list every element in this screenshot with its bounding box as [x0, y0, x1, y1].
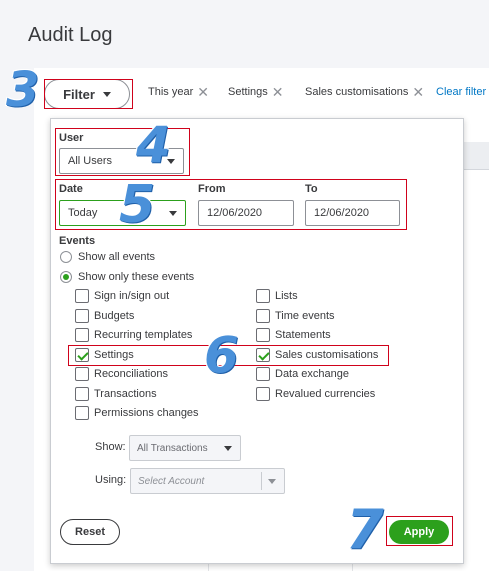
- to-date-value: 12/06/2020: [314, 207, 370, 219]
- close-icon[interactable]: ✕: [272, 85, 284, 99]
- from-label: From: [198, 183, 226, 195]
- show-label: Show:: [95, 441, 126, 453]
- filter-chip-this-year: This year ✕: [148, 85, 209, 99]
- checkbox[interactable]: [75, 386, 89, 401]
- close-icon[interactable]: ✕: [197, 85, 209, 99]
- event-checkbox-label: Recurring templates: [94, 329, 193, 341]
- radio-label: Show only these events: [78, 271, 195, 283]
- event-checkbox-row[interactable]: Revalued currencies: [256, 386, 376, 401]
- caret-down-icon: [268, 479, 276, 484]
- table-header: [463, 142, 489, 170]
- filter-chip-sales-customisations: Sales customisations ✕: [305, 85, 424, 99]
- close-icon[interactable]: ✕: [412, 85, 424, 99]
- date-label: Date: [59, 183, 83, 195]
- caret-down-icon: [169, 211, 177, 216]
- step-number-6: 6: [204, 326, 239, 384]
- event-checkbox-label: Sales customisations: [275, 348, 379, 361]
- event-checkbox-row[interactable]: Transactions: [75, 386, 157, 401]
- date-select-value: Today: [68, 207, 98, 219]
- filter-chip-label: This year: [148, 86, 194, 98]
- from-date-value: 12/06/2020: [207, 207, 263, 219]
- event-checkbox-label: Data exchange: [275, 368, 349, 380]
- page-title: Audit Log: [28, 24, 113, 46]
- event-checkbox-row[interactable]: Sign in/sign out: [75, 289, 169, 303]
- checkbox[interactable]: [75, 367, 89, 381]
- event-checkbox-row[interactable]: Statements: [256, 328, 331, 342]
- reset-button[interactable]: Reset: [60, 519, 120, 545]
- event-checkbox-label: Revalued currencies: [275, 387, 376, 400]
- radio-button[interactable]: [60, 251, 72, 263]
- event-checkbox-row[interactable]: Settings: [75, 347, 134, 362]
- event-checkbox-label: Time events: [275, 309, 335, 322]
- event-checkbox-label: Settings: [94, 348, 134, 361]
- radio-show-all-events[interactable]: Show all events: [60, 251, 155, 263]
- checkbox[interactable]: [75, 406, 89, 420]
- show-select[interactable]: All Transactions: [129, 435, 241, 461]
- event-checkbox-row[interactable]: Lists: [256, 289, 298, 303]
- filter-button[interactable]: Filter: [44, 79, 130, 109]
- using-label: Using:: [95, 474, 127, 486]
- user-select-value: All Users: [68, 155, 113, 167]
- event-checkbox-row[interactable]: Budgets: [75, 308, 135, 323]
- step-number-4: 4: [136, 116, 171, 174]
- checkbox[interactable]: [75, 308, 89, 323]
- checkbox[interactable]: [75, 328, 89, 342]
- events-label: Events: [59, 235, 96, 247]
- event-checkbox-label: Permissions changes: [94, 407, 199, 419]
- event-checkbox-row[interactable]: Time events: [256, 308, 335, 323]
- filter-button-label: Filter: [63, 86, 95, 102]
- checkbox[interactable]: [75, 289, 89, 303]
- checkbox-checked[interactable]: [75, 347, 89, 362]
- radio-button-selected[interactable]: [60, 271, 72, 283]
- checkbox[interactable]: [256, 328, 270, 342]
- event-checkbox-label: Statements: [275, 329, 331, 341]
- user-label: User: [59, 132, 84, 144]
- show-select-value: All Transactions: [137, 442, 208, 454]
- radio-label: Show all events: [78, 251, 156, 263]
- event-checkbox-label: Lists: [275, 290, 298, 302]
- step-number-5: 5: [119, 175, 156, 235]
- event-checkbox-label: Reconciliations: [94, 368, 168, 380]
- divider: [261, 472, 262, 490]
- to-date-input[interactable]: 12/06/2020: [305, 200, 400, 226]
- filter-chip-settings: Settings ✕: [228, 85, 284, 99]
- from-date-input[interactable]: 12/06/2020: [198, 200, 294, 226]
- step-number-3: 3: [6, 62, 40, 118]
- using-select-placeholder: Select Account: [138, 475, 205, 487]
- checkbox[interactable]: [256, 308, 270, 323]
- event-checkbox-row[interactable]: Recurring templates: [75, 328, 192, 342]
- clear-filter-link[interactable]: Clear filter /: [436, 86, 489, 98]
- to-label: To: [305, 183, 318, 195]
- event-checkbox-row[interactable]: Permissions changes: [75, 406, 199, 420]
- filter-chip-label: Sales customisations: [305, 86, 409, 98]
- event-checkbox-label: Budgets: [94, 309, 135, 322]
- checkbox[interactable]: [256, 367, 270, 381]
- event-checkbox-row[interactable]: Reconciliations: [75, 367, 168, 381]
- event-checkbox-label: Sign in/sign out: [94, 290, 170, 302]
- using-select[interactable]: Select Account: [130, 468, 285, 494]
- event-checkbox-label: Transactions: [94, 387, 157, 400]
- checkbox[interactable]: [256, 289, 270, 303]
- radio-show-only-events[interactable]: Show only these events: [60, 271, 194, 283]
- filter-chip-label: Settings: [228, 86, 268, 98]
- step-number-7: 7: [346, 498, 384, 561]
- caret-down-icon: [224, 446, 232, 451]
- event-checkbox-row[interactable]: Data exchange: [256, 367, 349, 381]
- event-checkbox-row[interactable]: Sales customisations: [256, 347, 379, 362]
- caret-down-icon: [102, 91, 111, 97]
- checkbox[interactable]: [256, 386, 270, 401]
- checkbox-checked[interactable]: [256, 347, 270, 362]
- apply-button[interactable]: Apply: [389, 520, 449, 544]
